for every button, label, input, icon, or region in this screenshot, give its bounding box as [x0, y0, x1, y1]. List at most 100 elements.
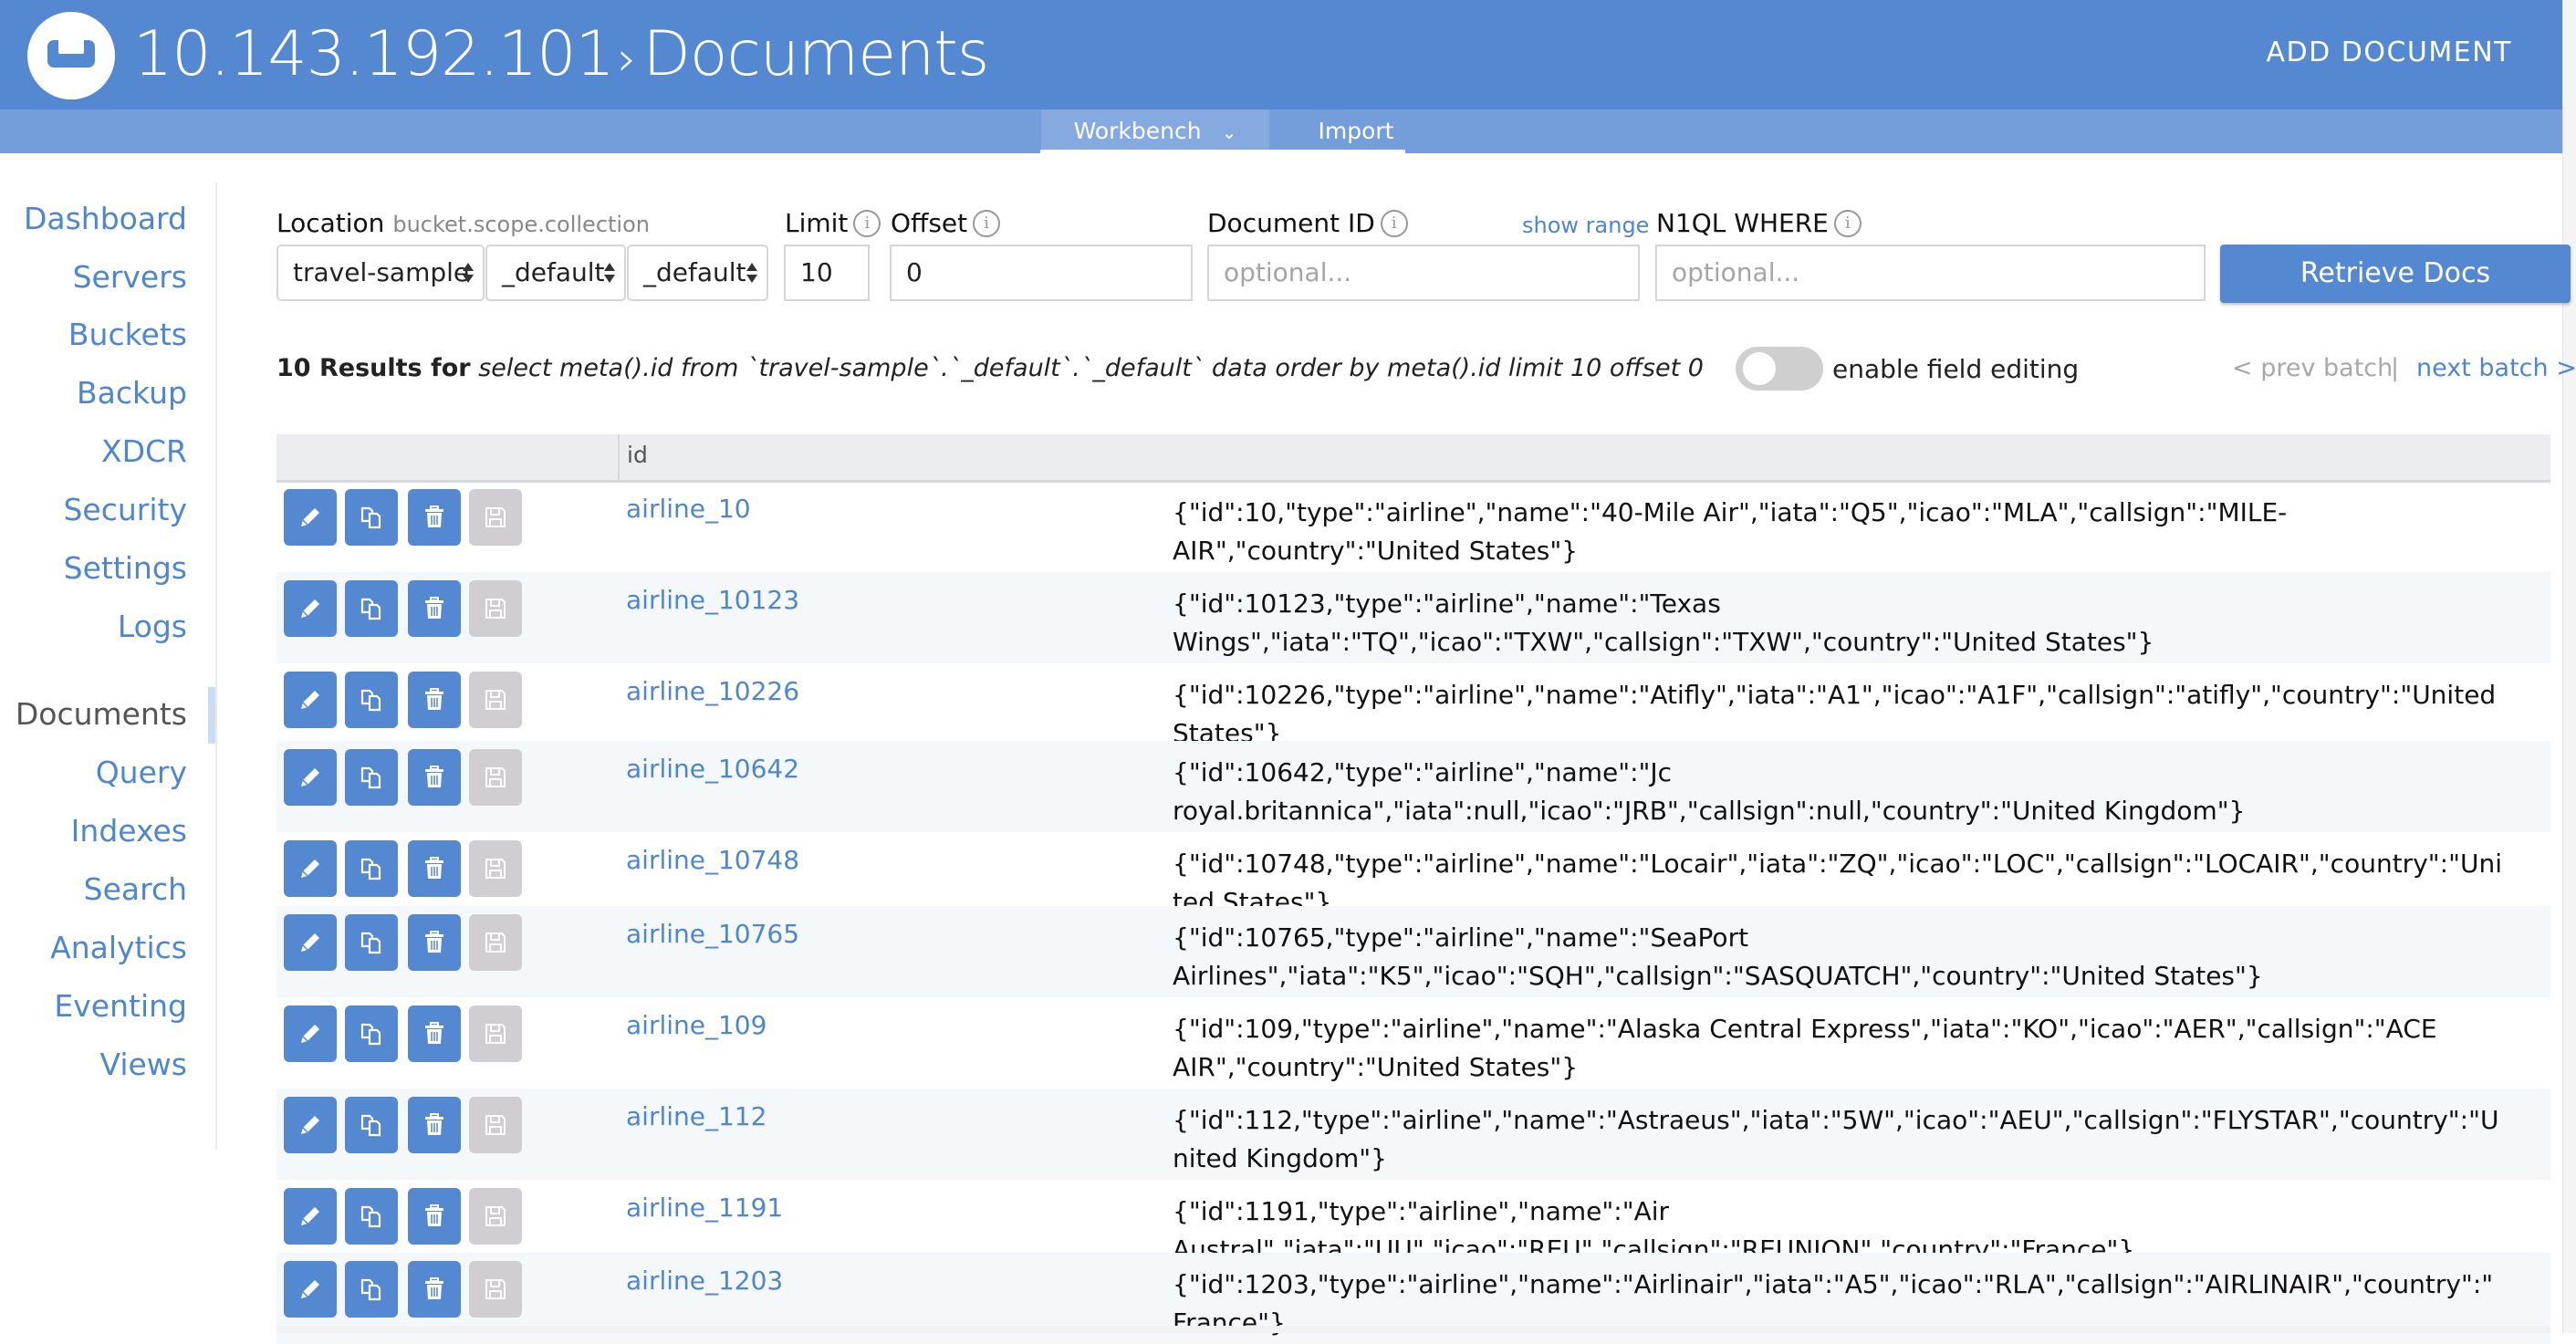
n1ql-where-info-icon[interactable]: i — [1833, 210, 1862, 237]
copy-button[interactable] — [345, 1005, 398, 1062]
save-button[interactable] — [469, 580, 522, 637]
sidebar-item-backup[interactable]: Backup — [77, 375, 187, 411]
table-row: airline_10123 {"id":10123,"type":"airlin… — [276, 572, 2550, 663]
edit-button[interactable] — [284, 1261, 337, 1318]
edit-button[interactable] — [284, 1188, 337, 1245]
delete-button[interactable] — [408, 672, 461, 728]
sidebar-item-servers[interactable]: Servers — [73, 259, 187, 295]
delete-button[interactable] — [408, 1097, 461, 1153]
offset-input[interactable]: 0 — [890, 245, 1193, 301]
save-button[interactable] — [469, 1188, 522, 1245]
collection-select[interactable]: _default — [627, 245, 768, 301]
save-button[interactable] — [469, 914, 522, 971]
save-button[interactable] — [469, 1097, 522, 1153]
column-header-id[interactable]: id — [627, 442, 648, 468]
save-button[interactable] — [469, 489, 522, 546]
save-button[interactable] — [469, 1261, 522, 1318]
bucket-select[interactable]: travel-sample — [276, 245, 485, 301]
tab-import[interactable]: Import — [1269, 109, 1443, 153]
delete-button[interactable] — [408, 1261, 461, 1318]
copy-button[interactable] — [345, 840, 398, 897]
document-id-link[interactable]: airline_10748 — [626, 845, 799, 875]
sidebar-item-analytics[interactable]: Analytics — [50, 930, 187, 965]
document-id-link[interactable]: airline_109 — [626, 1010, 767, 1040]
copy-button[interactable] — [345, 489, 398, 546]
save-button[interactable] — [469, 840, 522, 897]
document-id-input[interactable]: optional... — [1207, 245, 1640, 301]
delete-button[interactable] — [408, 840, 461, 897]
document-json: {"id":109,"type":"airline","name":"Alask… — [1173, 1014, 2437, 1082]
sidebar-divider — [215, 182, 217, 1150]
document-id-link[interactable]: airline_10642 — [626, 754, 799, 784]
n1ql-where-label: N1QL WHERE i — [1656, 208, 1862, 238]
copy-button[interactable] — [345, 1261, 398, 1318]
edit-button[interactable] — [284, 914, 337, 971]
document-id-link[interactable]: airline_112 — [626, 1101, 767, 1131]
delete-button[interactable] — [408, 914, 461, 971]
offset-label: Offset i — [891, 208, 1001, 238]
chevron-down-icon[interactable]: ⌄ — [1222, 121, 1237, 143]
couchbase-logo-icon[interactable] — [27, 12, 115, 99]
edit-button[interactable] — [284, 672, 337, 728]
document-id-info-icon[interactable]: i — [1380, 210, 1408, 237]
delete-button[interactable] — [408, 749, 461, 806]
save-button[interactable] — [469, 749, 522, 806]
field-editing-toggle[interactable] — [1736, 347, 1823, 391]
scope-select[interactable]: _default — [485, 245, 626, 301]
column-separator[interactable] — [618, 434, 620, 480]
copy-button[interactable] — [345, 672, 398, 728]
edit-button[interactable] — [284, 1097, 337, 1153]
copy-button[interactable] — [345, 1188, 398, 1245]
sidebar-item-security[interactable]: Security — [63, 492, 187, 527]
sidebar-item-search[interactable]: Search — [84, 871, 187, 907]
edit-button[interactable] — [284, 1005, 337, 1062]
delete-button[interactable] — [408, 1005, 461, 1062]
sidebar-item-buckets[interactable]: Buckets — [68, 317, 187, 352]
sidebar-item-settings[interactable]: Settings — [64, 550, 187, 586]
retrieve-docs-button[interactable]: Retrieve Docs — [2220, 245, 2571, 303]
document-id-link[interactable]: airline_10 — [626, 494, 751, 524]
sidebar-item-logs[interactable]: Logs — [118, 609, 187, 644]
edit-icon — [301, 768, 319, 787]
copy-button[interactable] — [345, 914, 398, 971]
save-button[interactable] — [469, 1005, 522, 1062]
document-id-link[interactable]: airline_1203 — [626, 1266, 783, 1296]
sidebar-item-indexes[interactable]: Indexes — [71, 813, 187, 849]
limit-info-icon[interactable]: i — [853, 210, 881, 237]
save-button[interactable] — [469, 672, 522, 728]
table-row: airline_10642 {"id":10642,"type":"airlin… — [276, 741, 2550, 832]
sidebar-item-eventing[interactable]: Eventing — [54, 988, 187, 1024]
tab-workbench[interactable]: Workbench ⌄ — [1041, 109, 1269, 153]
sidebar-item-query[interactable]: Query — [96, 755, 187, 790]
app-header: 10.143.192.101› Documents ADD DOCUMENT — [0, 0, 2562, 109]
sidebar-item-dashboard[interactable]: Dashboard — [24, 201, 187, 236]
document-id-link[interactable]: airline_1191 — [626, 1193, 783, 1223]
delete-button[interactable] — [408, 580, 461, 637]
add-document-button[interactable]: ADD DOCUMENT — [2267, 36, 2512, 68]
edit-button[interactable] — [284, 840, 337, 897]
sidebar-item-documents[interactable]: Documents — [16, 696, 187, 732]
delete-button[interactable] — [408, 489, 461, 546]
offset-info-icon[interactable]: i — [973, 210, 1001, 237]
edit-button[interactable] — [284, 489, 337, 546]
next-batch-link[interactable]: next batch > — [2416, 354, 2576, 382]
delete-button[interactable] — [408, 1188, 461, 1245]
edit-button[interactable] — [284, 580, 337, 637]
prev-batch-link[interactable]: < prev batch — [2232, 354, 2393, 382]
n1ql-where-input[interactable]: optional... — [1655, 245, 2206, 301]
save-icon — [485, 1279, 506, 1299]
breadcrumb-host[interactable]: 10.143.192.101 — [133, 18, 615, 90]
copy-button[interactable] — [345, 749, 398, 806]
document-id-link[interactable]: airline_10226 — [626, 676, 799, 706]
document-id-link[interactable]: airline_10765 — [626, 919, 799, 949]
page-scrollbar[interactable] — [2562, 0, 2576, 1333]
show-range-link[interactable]: show range — [1522, 213, 1649, 238]
limit-input[interactable]: 10 — [784, 245, 870, 301]
edit-button[interactable] — [284, 749, 337, 806]
copy-icon — [360, 1205, 381, 1228]
copy-button[interactable] — [345, 580, 398, 637]
document-id-link[interactable]: airline_10123 — [626, 585, 799, 615]
sidebar-item-xdcr[interactable]: XDCR — [101, 433, 187, 469]
copy-button[interactable] — [345, 1097, 398, 1153]
sidebar-item-views[interactable]: Views — [99, 1047, 187, 1082]
